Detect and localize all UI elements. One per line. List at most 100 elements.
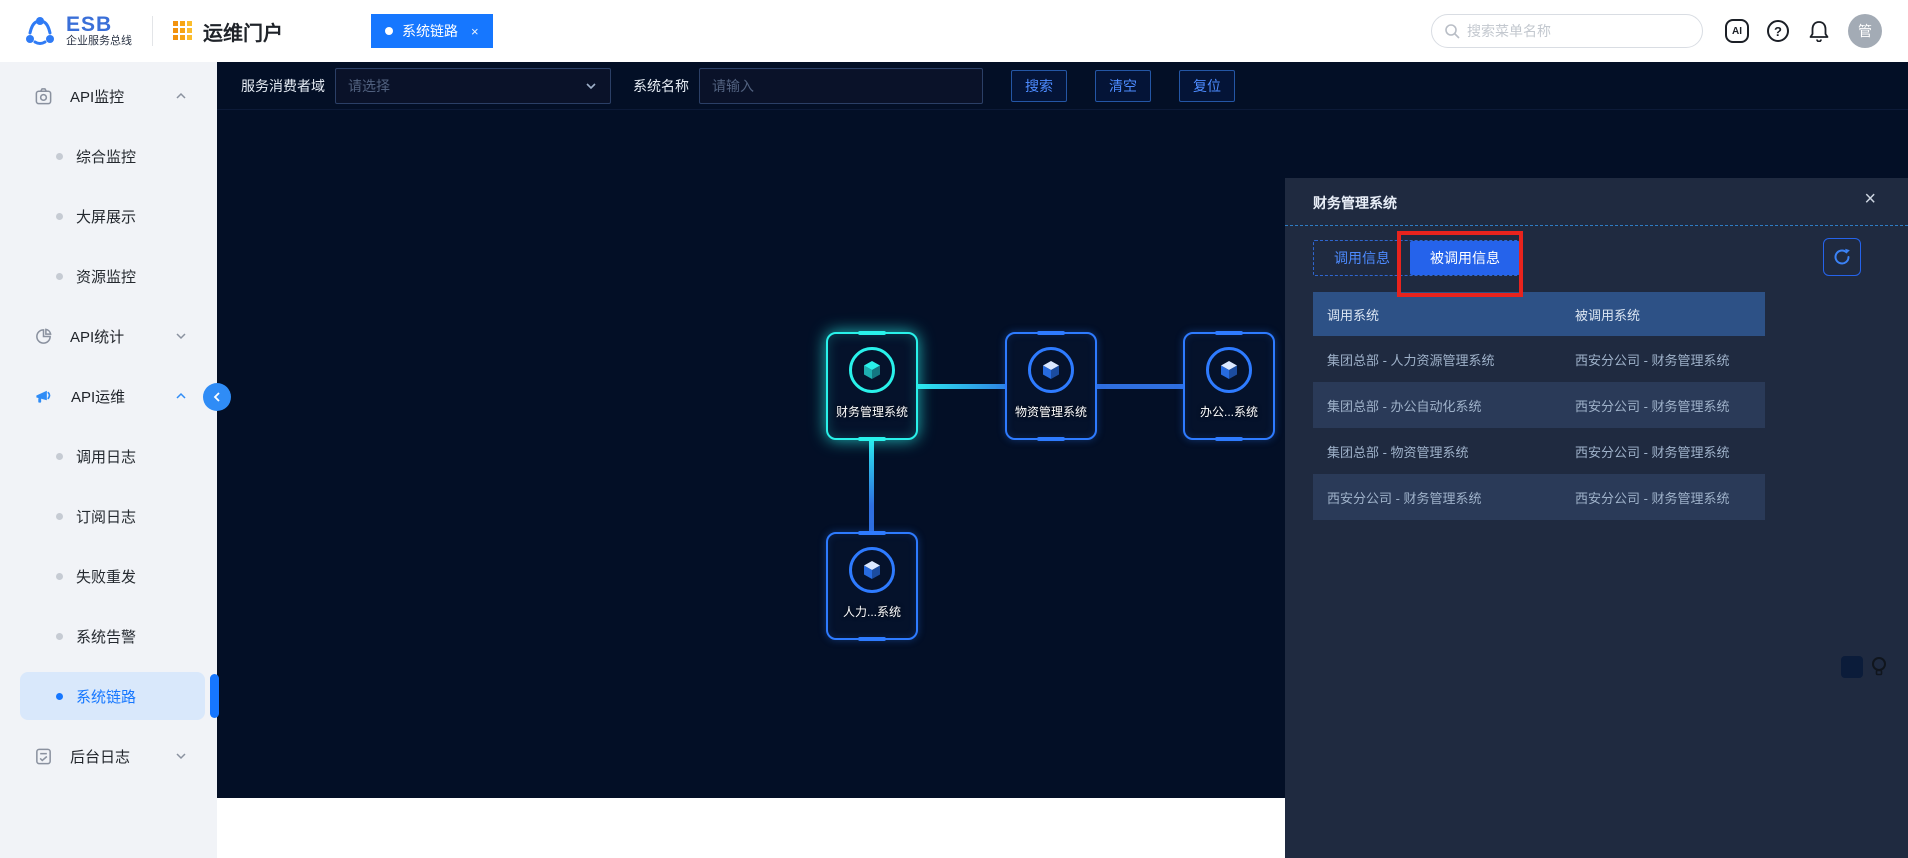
sidebar-item-api-stats[interactable]: API统计 [20, 312, 205, 360]
reset-button[interactable]: 复位 [1179, 70, 1235, 102]
bullet-icon [56, 213, 63, 220]
notification-button[interactable] [1807, 19, 1831, 43]
help-button[interactable]: ? [1766, 19, 1790, 43]
node-label: 物资管理系统 [1015, 403, 1087, 420]
esb-network-icon [22, 13, 58, 49]
node-frame-notch [1215, 437, 1243, 441]
cube-icon [1206, 347, 1252, 393]
close-icon[interactable]: × [1864, 188, 1876, 211]
clear-button[interactable]: 清空 [1095, 70, 1151, 102]
graph-node-hr[interactable]: 人力...系统 [826, 532, 918, 640]
monitor-icon [34, 87, 53, 106]
sidebar-item-api-monitor[interactable]: API监控 [20, 72, 205, 120]
sidebar-item-label: API统计 [70, 326, 124, 347]
sidebar-item-api-ops[interactable]: API运维 [20, 372, 205, 420]
bell-icon [1809, 20, 1829, 42]
system-name-label: 系统名称 [633, 76, 689, 96]
tab-call-info[interactable]: 调用信息 [1314, 241, 1410, 275]
call-relation-table: 调用系统 被调用系统 集团总部 - 人力资源管理系统 西安分公司 - 财务管理系… [1313, 292, 1765, 520]
system-name-input[interactable] [699, 68, 983, 104]
sidebar-item-label: 综合监控 [76, 146, 136, 167]
brand-subtitle: 企业服务总线 [66, 36, 132, 48]
panel-title: 财务管理系统 [1313, 193, 1397, 213]
bullet-icon [56, 453, 63, 460]
menu-search[interactable] [1431, 14, 1703, 48]
sidebar-item-subscribe-log[interactable]: 订阅日志 [20, 492, 205, 540]
sidebar-item-backend-log[interactable]: 后台日志 [20, 732, 205, 780]
caller-cell: 集团总部 - 物资管理系统 [1313, 442, 1575, 461]
question-icon: ? [1767, 20, 1789, 42]
ai-icon: AI [1725, 19, 1749, 43]
consumer-domain-select[interactable]: 请选择 [335, 68, 611, 104]
bullet-icon [56, 693, 63, 700]
canvas-tools [1841, 656, 1888, 678]
tab-called-info[interactable]: 被调用信息 [1410, 241, 1520, 275]
table-header-row: 调用系统 被调用系统 [1313, 292, 1765, 336]
lightbulb-icon[interactable] [1870, 656, 1888, 678]
chevron-up-icon[interactable] [175, 390, 187, 402]
minimap-icon[interactable] [1841, 656, 1863, 678]
ai-assistant-button[interactable]: AI [1725, 19, 1749, 43]
graph-edge-vertical [869, 440, 874, 534]
pie-chart-icon [34, 327, 53, 346]
node-frame-notch [858, 531, 886, 535]
sidebar-nav: API监控 综合监控 大屏展示 资源监控 API统计 API运维 调用日志 订阅… [0, 62, 217, 858]
sidebar-item-label: 调用日志 [76, 446, 136, 467]
tab-close-icon[interactable]: × [471, 24, 479, 39]
avatar[interactable]: 管 [1848, 14, 1882, 48]
sidebar-item-label: 大屏展示 [76, 206, 136, 227]
callee-cell: 西安分公司 - 财务管理系统 [1575, 350, 1765, 369]
sidebar-item-retry[interactable]: 失败重发 [20, 552, 205, 600]
sidebar-item-resource-monitor[interactable]: 资源监控 [20, 252, 205, 300]
tab-system-link[interactable]: 系统链路 × [371, 14, 493, 48]
node-label: 财务管理系统 [836, 403, 908, 420]
graph-node-office[interactable]: 办公...系统 [1183, 332, 1275, 440]
refresh-icon [1832, 247, 1852, 267]
sidebar-collapse-button[interactable] [203, 383, 231, 411]
table-row[interactable]: 西安分公司 - 财务管理系统 西安分公司 - 财务管理系统 [1313, 474, 1765, 520]
tab-active-dot [385, 27, 393, 35]
log-document-icon [34, 747, 53, 766]
table-row[interactable]: 集团总部 - 人力资源管理系统 西安分公司 - 财务管理系统 [1313, 336, 1765, 382]
sidebar-item-call-log[interactable]: 调用日志 [20, 432, 205, 480]
callee-cell: 西安分公司 - 财务管理系统 [1575, 488, 1765, 507]
chevron-down-icon[interactable] [175, 750, 187, 762]
cube-icon [1028, 347, 1074, 393]
brand-name: ESB [66, 14, 132, 36]
search-button[interactable]: 搜索 [1011, 70, 1067, 102]
bullet-icon [56, 273, 63, 280]
megaphone-icon [34, 387, 54, 406]
caller-cell: 集团总部 - 人力资源管理系统 [1313, 350, 1575, 369]
bullet-icon [56, 573, 63, 580]
table-row[interactable]: 集团总部 - 物资管理系统 西安分公司 - 财务管理系统 [1313, 428, 1765, 474]
bullet-icon [56, 153, 63, 160]
panel-divider [1285, 225, 1908, 226]
sidebar-item-system-alarm[interactable]: 系统告警 [20, 612, 205, 660]
sidebar-item-label: 资源监控 [76, 266, 136, 287]
sidebar-item-label: API运维 [71, 386, 125, 407]
sidebar-item-label: 系统链路 [76, 686, 136, 707]
tab-label: 系统链路 [402, 21, 458, 41]
search-input[interactable] [1467, 23, 1690, 39]
caller-cell: 集团总部 - 办公自动化系统 [1313, 396, 1575, 415]
chevron-left-icon [212, 392, 222, 402]
node-label: 办公...系统 [1200, 403, 1258, 420]
node-frame-notch [1037, 331, 1065, 335]
filter-bar: 服务消费者域 请选择 系统名称 搜索 清空 复位 [217, 62, 1908, 110]
callee-cell: 西安分公司 - 财务管理系统 [1575, 442, 1765, 461]
table-row[interactable]: 集团总部 - 办公自动化系统 西安分公司 - 财务管理系统 [1313, 382, 1765, 428]
node-label: 人力...系统 [843, 603, 901, 620]
search-icon [1444, 23, 1460, 39]
chevron-down-icon [584, 79, 598, 93]
graph-node-finance[interactable]: 财务管理系统 [826, 332, 918, 440]
chevron-up-icon[interactable] [175, 90, 187, 102]
node-frame-notch [1037, 437, 1065, 441]
select-placeholder: 请选择 [348, 76, 584, 96]
sidebar-item-system-link[interactable]: 系统链路 [20, 672, 205, 720]
refresh-button[interactable] [1823, 238, 1861, 276]
graph-node-material[interactable]: 物资管理系统 [1005, 332, 1097, 440]
chevron-down-icon[interactable] [175, 330, 187, 342]
sidebar-item-overview-monitor[interactable]: 综合监控 [20, 132, 205, 180]
sidebar-item-big-screen[interactable]: 大屏展示 [20, 192, 205, 240]
bullet-icon [56, 513, 63, 520]
